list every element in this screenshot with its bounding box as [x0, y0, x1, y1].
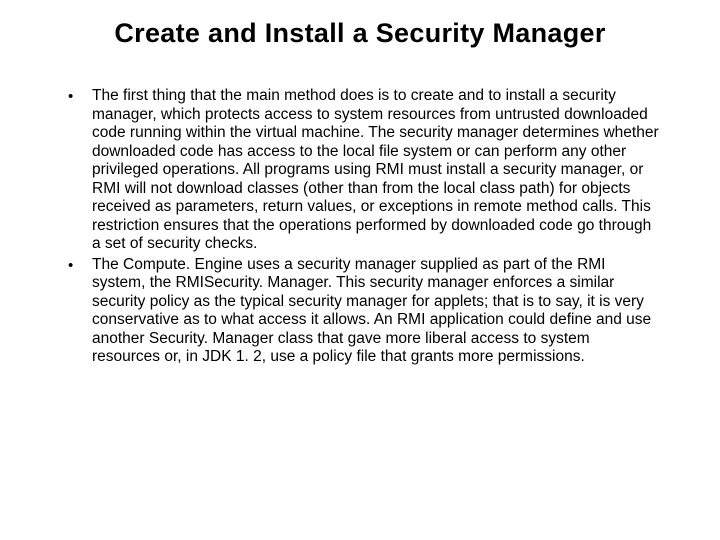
- bullet-text: The first thing that the main method doe…: [92, 87, 660, 254]
- content-area: • The first thing that the main method d…: [60, 87, 660, 367]
- list-item: • The Compute. Engine uses a security ma…: [68, 256, 660, 367]
- page-title: Create and Install a Security Manager: [60, 18, 660, 49]
- list-item: • The first thing that the main method d…: [68, 87, 660, 254]
- bullet-marker: •: [68, 256, 92, 275]
- bullet-marker: •: [68, 87, 92, 106]
- bullet-text: The Compute. Engine uses a security mana…: [92, 256, 660, 367]
